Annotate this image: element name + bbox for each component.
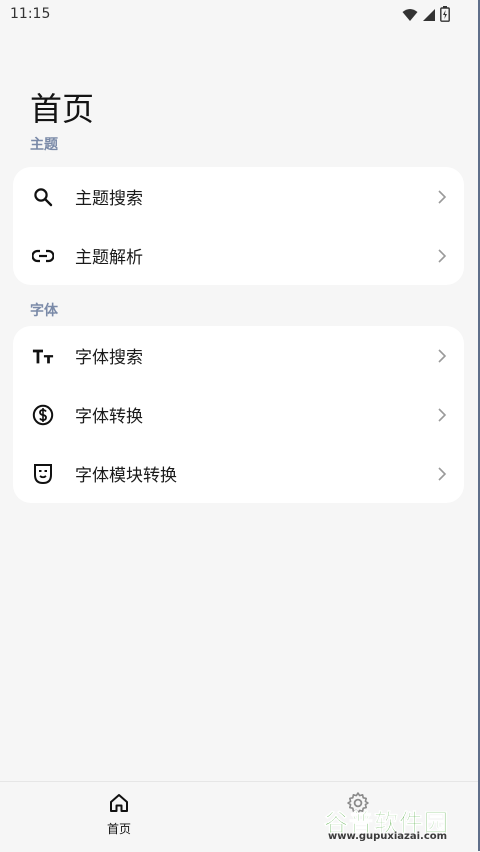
chevron-right-icon — [436, 407, 448, 423]
signal-icon — [422, 7, 436, 26]
list-item-font-search[interactable]: 字体搜索 — [13, 326, 464, 385]
item-label: 字体模块转换 — [75, 466, 177, 486]
font-card: 字体搜索 字体转换 字体模块转换 — [13, 326, 464, 503]
status-time: 11:15 — [10, 6, 51, 22]
list-item-font-convert[interactable]: 字体转换 — [13, 385, 464, 444]
currency-exchange-icon — [32, 404, 54, 426]
item-label: 主题解析 — [75, 248, 143, 268]
chevron-right-icon — [436, 348, 448, 364]
chevron-right-icon — [436, 466, 448, 482]
status-bar: 11:15 — [0, 0, 480, 30]
watermark-url: www.gupuxiazai.com — [328, 831, 448, 842]
item-label: 主题搜索 — [75, 189, 143, 209]
home-icon — [108, 792, 130, 818]
item-label: 字体转换 — [75, 407, 143, 427]
theme-card: 主题搜索 主题解析 — [13, 167, 464, 285]
list-item-font-module-convert[interactable]: 字体模块转换 — [13, 444, 464, 503]
list-item-theme-parse[interactable]: 主题解析 — [13, 226, 464, 285]
link-icon — [32, 245, 54, 267]
page-title: 首页 — [30, 90, 95, 128]
mask-icon — [32, 463, 54, 485]
search-icon — [32, 186, 54, 208]
nav-home-label: 首页 — [106, 822, 131, 836]
nav-home-tab[interactable]: 首页 — [92, 792, 146, 842]
list-item-theme-search[interactable]: 主题搜索 — [13, 167, 464, 226]
wifi-icon — [402, 7, 418, 26]
text-size-icon — [32, 345, 54, 367]
chevron-right-icon — [436, 189, 448, 205]
section-label-font: 字体 — [30, 303, 58, 319]
battery-icon — [440, 6, 450, 26]
chevron-right-icon — [436, 248, 448, 264]
watermark-logo: 谷普软件园 www.gupuxiazai.com — [324, 803, 474, 843]
item-label: 字体搜索 — [75, 348, 143, 368]
section-label-theme: 主题 — [30, 137, 58, 153]
status-icons — [402, 6, 450, 26]
